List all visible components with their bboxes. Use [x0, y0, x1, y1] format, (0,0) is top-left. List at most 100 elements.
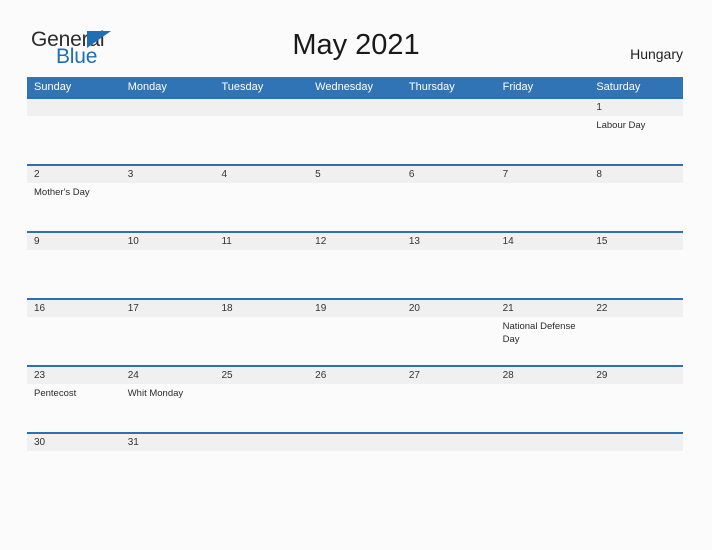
day-number[interactable]: 6 — [402, 166, 496, 183]
weekday-tuesday: Tuesday — [221, 81, 264, 93]
day-number[interactable]: 8 — [589, 166, 683, 183]
day-event — [496, 183, 590, 231]
day-event — [121, 317, 215, 365]
day-event — [589, 317, 683, 365]
day-number[interactable]: 10 — [121, 233, 215, 250]
day-number[interactable]: 19 — [308, 300, 402, 317]
day-event — [308, 451, 402, 499]
day-number[interactable] — [121, 99, 215, 116]
day-event — [27, 451, 121, 499]
weekday-friday: Friday — [502, 81, 534, 93]
weekday-wednesday: Wednesday — [315, 81, 374, 93]
day-event — [27, 116, 121, 164]
week-date-band: 16 17 18 19 20 21 22 — [27, 300, 683, 317]
week-row: 2 3 4 5 6 7 8 Mother's Day — [27, 164, 683, 231]
day-event — [589, 250, 683, 298]
day-event — [496, 451, 590, 499]
day-number[interactable] — [589, 434, 683, 451]
day-number[interactable]: 16 — [27, 300, 121, 317]
day-number[interactable]: 3 — [121, 166, 215, 183]
day-event — [214, 384, 308, 432]
day-event — [121, 183, 215, 231]
day-number[interactable]: 25 — [214, 367, 308, 384]
day-number[interactable]: 7 — [496, 166, 590, 183]
day-event — [308, 384, 402, 432]
day-event — [308, 250, 402, 298]
day-number[interactable]: 9 — [27, 233, 121, 250]
day-event — [589, 183, 683, 231]
day-event — [589, 451, 683, 499]
day-number[interactable]: 17 — [121, 300, 215, 317]
day-event — [402, 183, 496, 231]
page-header: General Blue May 2021 Hungary — [0, 0, 712, 76]
day-number[interactable]: 27 — [402, 367, 496, 384]
week-date-band: 2 3 4 5 6 7 8 — [27, 166, 683, 183]
day-event — [214, 250, 308, 298]
weekday-sunday: Sunday — [34, 81, 72, 93]
day-number[interactable]: 18 — [214, 300, 308, 317]
day-number[interactable]: 2 — [27, 166, 121, 183]
day-event — [402, 116, 496, 164]
day-event — [402, 317, 496, 365]
day-number[interactable] — [214, 434, 308, 451]
week-event-band — [27, 250, 683, 298]
day-event — [402, 384, 496, 432]
day-number[interactable]: 30 — [27, 434, 121, 451]
day-event — [214, 183, 308, 231]
day-event — [308, 183, 402, 231]
weekday-thursday: Thursday — [408, 81, 455, 93]
day-number[interactable] — [496, 99, 590, 116]
day-number[interactable] — [308, 434, 402, 451]
day-number[interactable]: 12 — [308, 233, 402, 250]
day-number[interactable] — [214, 99, 308, 116]
weekday-monday: Monday — [127, 81, 167, 93]
day-event — [121, 451, 215, 499]
day-number[interactable] — [402, 99, 496, 116]
week-row: 30 31 — [27, 432, 683, 499]
week-row: 23 24 25 26 27 28 29 Pentecost Whit Mond… — [27, 365, 683, 432]
day-number[interactable] — [27, 99, 121, 116]
day-number[interactable] — [496, 434, 590, 451]
day-number[interactable]: 22 — [589, 300, 683, 317]
day-number[interactable]: 29 — [589, 367, 683, 384]
day-event — [496, 116, 590, 164]
day-number[interactable] — [308, 99, 402, 116]
day-event — [402, 250, 496, 298]
day-number[interactable]: 26 — [308, 367, 402, 384]
day-event: Whit Monday — [127, 388, 184, 399]
day-event — [496, 384, 590, 432]
weekday-saturday: Saturday — [596, 81, 641, 93]
day-number[interactable]: 5 — [308, 166, 402, 183]
week-row: 1 Labour Day — [27, 97, 683, 164]
week-event-band: Labour Day — [27, 116, 683, 164]
day-event — [214, 317, 308, 365]
day-number[interactable]: 24 — [121, 367, 215, 384]
day-number[interactable]: 20 — [402, 300, 496, 317]
day-number[interactable]: 21 — [496, 300, 590, 317]
day-number[interactable] — [402, 434, 496, 451]
day-number[interactable]: 28 — [496, 367, 590, 384]
week-date-band: 9 10 11 12 13 14 15 — [27, 233, 683, 250]
country-label: Hungary — [630, 46, 683, 62]
week-event-band: Pentecost Whit Monday — [27, 384, 683, 432]
day-event — [589, 384, 683, 432]
day-event — [27, 317, 121, 365]
day-number[interactable]: 4 — [214, 166, 308, 183]
day-event — [27, 250, 121, 298]
page-title: May 2021 — [292, 29, 420, 61]
day-event — [121, 250, 215, 298]
day-number[interactable]: 15 — [589, 233, 683, 250]
calendar-grid: Sunday Monday Tuesday Wednesday Thursday… — [27, 77, 683, 499]
day-event — [496, 250, 590, 298]
day-event — [121, 116, 215, 164]
day-number[interactable]: 13 — [402, 233, 496, 250]
day-number[interactable]: 23 — [27, 367, 121, 384]
day-event: Labour Day — [596, 120, 646, 131]
day-event: National Defense Day — [502, 321, 576, 345]
day-number[interactable]: 31 — [121, 434, 215, 451]
day-number[interactable]: 11 — [214, 233, 308, 250]
week-event-band: Mother's Day — [27, 183, 683, 231]
day-number[interactable]: 1 — [589, 99, 683, 116]
week-date-band: 1 — [27, 99, 683, 116]
day-number[interactable]: 14 — [496, 233, 590, 250]
